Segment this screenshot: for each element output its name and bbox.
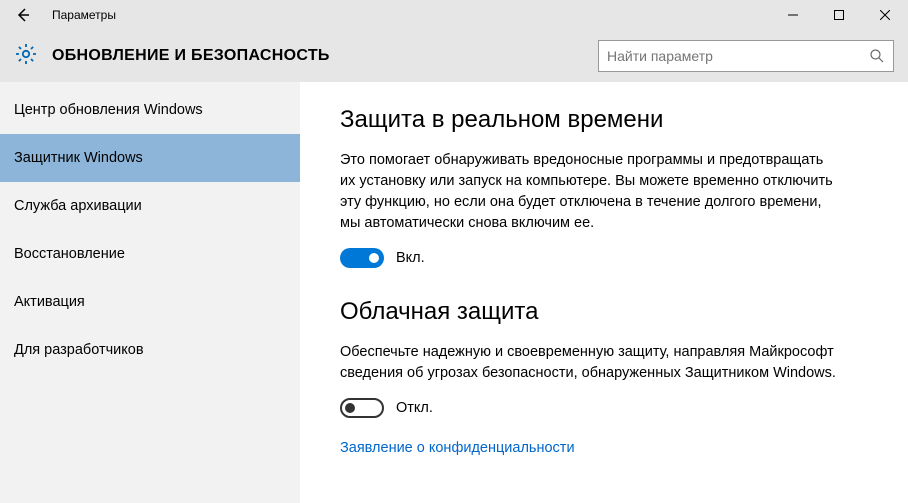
sidebar-item-for-developers[interactable]: Для разработчиков [0, 326, 300, 374]
sidebar-item-windows-update[interactable]: Центр обновления Windows [0, 86, 300, 134]
search-input[interactable] [607, 48, 869, 64]
section-title-realtime: Защита в реальном времени [340, 106, 868, 134]
arrow-left-icon [15, 7, 31, 23]
privacy-statement-link[interactable]: Заявление о конфиденциальности [340, 440, 575, 456]
back-button[interactable] [0, 0, 46, 30]
sidebar-item-label: Служба архивации [14, 198, 142, 214]
gear-icon [14, 42, 38, 71]
section-desc-cloud: Обеспечьте надежную и своевременную защи… [340, 342, 840, 384]
window-titlebar: Параметры [0, 0, 908, 30]
close-icon [880, 10, 890, 20]
sidebar-item-label: Для разработчиков [14, 342, 144, 358]
sidebar-item-label: Центр обновления Windows [14, 102, 203, 118]
sidebar-item-label: Активация [14, 294, 85, 310]
section-desc-realtime: Это помогает обнаруживать вредоносные пр… [340, 150, 840, 234]
page-header: ОБНОВЛЕНИЕ И БЕЗОПАСНОСТЬ [0, 30, 908, 82]
maximize-icon [834, 10, 844, 20]
minimize-button[interactable] [770, 0, 816, 30]
minimize-icon [788, 10, 798, 20]
sidebar-item-label: Защитник Windows [14, 150, 143, 166]
sidebar-item-recovery[interactable]: Восстановление [0, 230, 300, 278]
maximize-button[interactable] [816, 0, 862, 30]
close-button[interactable] [862, 0, 908, 30]
toggle-label-cloud: Откл. [396, 400, 433, 416]
window-title: Параметры [46, 8, 116, 22]
sidebar-item-label: Восстановление [14, 246, 125, 262]
toggle-label-realtime: Вкл. [396, 250, 425, 266]
sidebar-item-windows-defender[interactable]: Защитник Windows [0, 134, 300, 182]
sidebar-item-activation[interactable]: Активация [0, 278, 300, 326]
page-title: ОБНОВЛЕНИЕ И БЕЗОПАСНОСТЬ [52, 47, 598, 65]
search-box[interactable] [598, 40, 894, 72]
toggle-cloud-protection[interactable] [340, 398, 384, 418]
content-area: Защита в реальном времени Это помогает о… [300, 82, 908, 503]
sidebar: Центр обновления Windows Защитник Window… [0, 82, 300, 503]
toggle-realtime-protection[interactable] [340, 248, 384, 268]
search-icon [869, 48, 885, 64]
sidebar-item-backup[interactable]: Служба архивации [0, 182, 300, 230]
section-title-cloud: Облачная защита [340, 298, 868, 326]
